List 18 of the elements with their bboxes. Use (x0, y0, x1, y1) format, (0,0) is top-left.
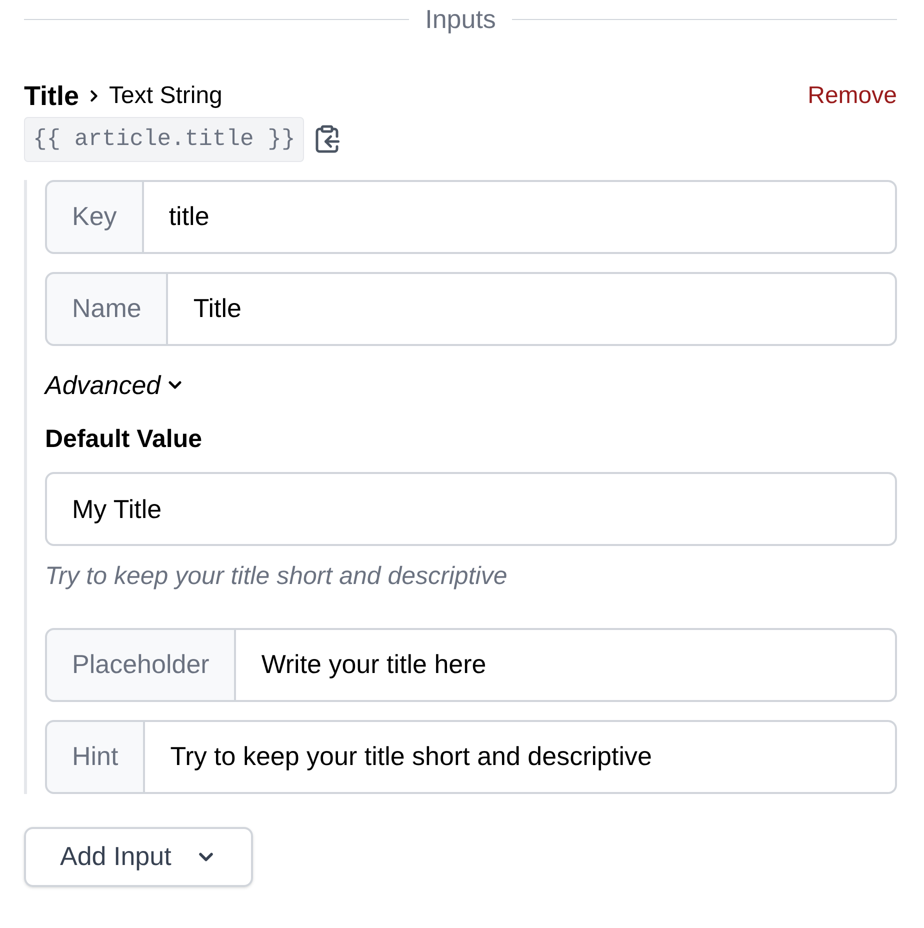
field-label: Hint (45, 720, 146, 794)
section-title: Inputs (425, 2, 496, 36)
default-value-label: Default Value (45, 424, 203, 454)
input-field[interactable]: My Title (45, 472, 897, 546)
input-type: Text String (109, 81, 222, 111)
input-field[interactable]: title (144, 180, 897, 254)
advanced-toggle[interactable]: Advanced (45, 366, 185, 404)
field-label: Name (45, 272, 168, 346)
input-field[interactable]: Title (168, 272, 897, 346)
remove-link[interactable]: Remove (808, 76, 897, 116)
variable-code: {{ article.title }} (24, 117, 304, 162)
input-field[interactable]: Write your title here (236, 628, 897, 702)
field-label: Placeholder (45, 628, 236, 702)
add-input-button[interactable]: Add Input (24, 826, 254, 886)
hint-text: Try to keep your title short and descriptive (45, 561, 508, 592)
input-title: Title (24, 80, 80, 113)
input-field[interactable]: Try to keep your title short and descriptive (145, 720, 897, 794)
field-label: Key (45, 180, 144, 254)
